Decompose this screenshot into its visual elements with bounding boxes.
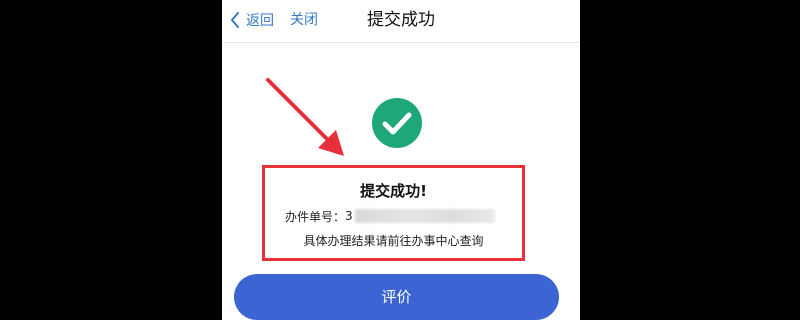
phone-screen: 返回 关闭 提交成功 提交成功! 办件单号： 3 具体办理结果请前往办事中心查询… xyxy=(222,0,580,320)
check-circle-icon xyxy=(372,98,422,148)
page-title: 提交成功 xyxy=(367,10,435,30)
chevron-left-icon xyxy=(230,12,240,28)
order-number-redacted xyxy=(354,209,495,223)
screenshot-frame: 返回 关闭 提交成功 提交成功! 办件单号： 3 具体办理结果请前往办事中心查询… xyxy=(0,0,800,320)
back-button[interactable]: 返回 xyxy=(230,9,274,31)
navigation-bar: 返回 关闭 提交成功 xyxy=(222,0,580,43)
result-highlight-box: 提交成功! 办件单号： 3 具体办理结果请前往办事中心查询 xyxy=(262,165,525,261)
order-number-row: 办件单号： 3 xyxy=(285,206,495,226)
result-note: 具体办理结果请前往办事中心查询 xyxy=(303,234,484,248)
order-number-value: 3 xyxy=(345,209,353,223)
close-button[interactable]: 关闭 xyxy=(290,9,318,31)
rate-button[interactable]: 评价 xyxy=(234,274,559,320)
success-heading: 提交成功! xyxy=(360,182,427,200)
order-number-label: 办件单号： xyxy=(285,209,346,224)
back-label: 返回 xyxy=(246,13,274,29)
